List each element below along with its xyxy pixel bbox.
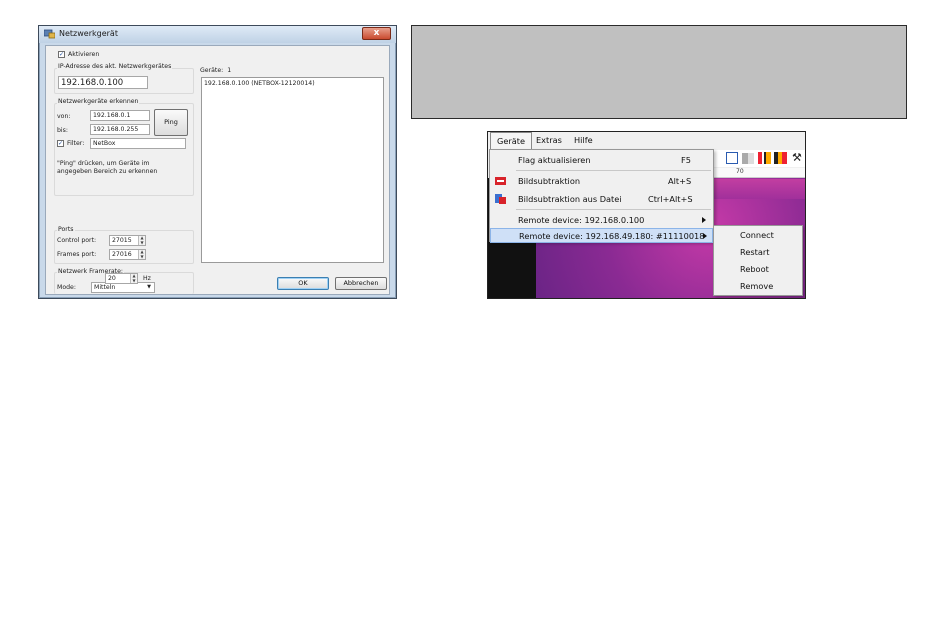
ping-hint-line2: angegeben Bereich zu erkennen [57,168,158,175]
submenu-label: Connect [740,230,774,240]
mode-label: Mode: [57,284,76,291]
control-port-spinner[interactable]: ▲ ▼ [138,236,145,245]
from-ip-input[interactable]: 192.168.0.1 [90,110,150,121]
menu-item-label: Bildsubtraktion aus Datei [518,194,622,204]
submenu-label: Reboot [740,264,769,274]
menu-separator [516,170,711,171]
dialog-client-area: ✓ Aktivieren IP-Adresse des akt. Netzwer… [45,45,390,295]
hz-unit-label: Hz [143,275,151,282]
menu-item-shortcut: F5 [681,155,691,165]
toolbar: ⚒ [714,150,805,167]
menu-item-label: Flag aktualisieren [518,155,591,165]
ip-address-input[interactable]: 192.168.0.100 [58,76,148,89]
scale-ruler: 70 [714,168,805,178]
devices-label-text: Geräte: [200,67,224,74]
palette-rainbow-icon[interactable] [774,152,787,164]
mode-select-value: Mitteln [94,284,116,291]
menu-item-bildsubtraktion-aus-datei[interactable]: Bildsubtraktion aus Datei Ctrl+Alt+S [490,190,713,208]
submenu-item-restart[interactable]: Restart [714,244,802,260]
network-device-icon [44,29,55,39]
control-port-label: Control port: [57,237,97,244]
from-label: von: [57,113,71,120]
submenu-label: Remove [740,281,774,291]
ping-hint-line1: "Ping" drücken, um Geräte im [57,160,150,167]
remote-device-submenu: Connect Restart Reboot Remove [713,225,803,296]
submenu-label: Restart [740,247,770,257]
frames-port-label: Frames port: [57,251,97,258]
dialog-title: Netzwerkgerät [59,29,118,38]
grayscale-icon[interactable] [742,153,754,164]
submenu-item-reboot[interactable]: Reboot [714,261,802,277]
to-label: bis: [57,127,68,134]
thermal-image-top [714,179,805,199]
menu-separator [516,209,711,210]
menu-item-bildsubtraktion[interactable]: Bildsubtraktion Alt+S [490,172,713,190]
application-menu-screenshot: Geräte Extras Hilfe ⚒ 70 Flag aktualisie… [487,131,806,299]
close-button[interactable]: x [362,27,391,40]
fullscreen-icon[interactable] [726,152,738,164]
to-ip-input[interactable]: 192.168.0.255 [90,124,150,135]
submenu-arrow-icon [702,217,706,223]
activate-checkbox[interactable]: ✓ [58,51,65,58]
submenu-item-remove[interactable]: Remove [714,278,802,294]
menu-item-shortcut: Ctrl+Alt+S [648,194,693,204]
frames-port-input[interactable]: 27016 ▲ ▼ [109,249,146,260]
menu-extras[interactable]: Extras [536,135,562,145]
menu-item-remote-device-2[interactable]: Remote device: 192.168.49.180: #11110018 [490,228,713,243]
device-detection-group-label: Netzwerkgeräte erkennen [57,98,140,105]
menu-item-shortcut: Alt+S [668,176,692,186]
menu-hilfe[interactable]: Hilfe [574,135,593,145]
tools-icon[interactable]: ⚒ [792,151,802,164]
geraete-dropdown-menu: Flag aktualisieren F5 Bildsubtraktion Al… [489,149,714,243]
control-port-value: 27015 [112,237,132,244]
palette-iron-icon[interactable] [758,152,771,164]
cancel-button[interactable]: Abbrechen [335,277,387,290]
dropdown-arrow-icon: ▼ [147,284,151,290]
filter-input[interactable]: NetBox [90,138,186,149]
placeholder-gray-panel [411,25,907,119]
ip-address-group-label: IP-Adresse des akt. Netzwerkgerätes [57,63,173,70]
menu-item-label: Remote device: 192.168.0.100 [518,215,645,225]
frames-port-value: 27016 [112,251,132,258]
control-port-input[interactable]: 27015 ▲ ▼ [109,235,146,246]
subtraction-file-icon [495,194,506,204]
menubar: Geräte Extras Hilfe [488,132,805,149]
ok-button[interactable]: OK [277,277,329,290]
menu-item-label: Remote device: 192.168.49.180: #11110018 [519,231,705,241]
menu-geraete[interactable]: Geräte [490,132,533,149]
submenu-item-connect[interactable]: Connect [714,227,802,243]
menu-item-remote-device-1[interactable]: Remote device: 192.168.0.100 [490,211,713,229]
menu-item-label: Bildsubtraktion [518,176,581,186]
submenu-arrow-icon [703,233,707,239]
frames-port-spinner[interactable]: ▲ ▼ [138,250,145,259]
activate-label: Aktivieren [68,51,100,58]
framerate-hz-input[interactable]: 20 ▲ ▼ [105,273,138,284]
menu-item-flag-aktualisieren[interactable]: Flag aktualisieren F5 [490,151,713,169]
filter-checkbox[interactable]: ✓ [57,140,64,147]
ruler-label: 70 [736,168,744,175]
devices-count: 1 [227,67,232,74]
device-list[interactable]: 192.168.0.100 (NETBOX-12120014) [201,77,384,263]
framerate-hz-value: 20 [108,275,116,282]
subtraction-icon [495,177,506,185]
ping-button[interactable]: Ping [154,109,188,136]
ports-group-label: Ports [57,226,75,233]
network-device-dialog: Netzwerkgerät x ✓ Aktivieren IP-Adresse … [38,25,397,299]
devices-label: Geräte: 1 [200,67,231,74]
filter-label: Filter: [67,140,85,147]
device-list-item[interactable]: 192.168.0.100 (NETBOX-12120014) [204,80,315,87]
dialog-titlebar[interactable]: Netzwerkgerät x [39,26,396,43]
framerate-hz-spinner[interactable]: ▲ ▼ [130,274,137,283]
